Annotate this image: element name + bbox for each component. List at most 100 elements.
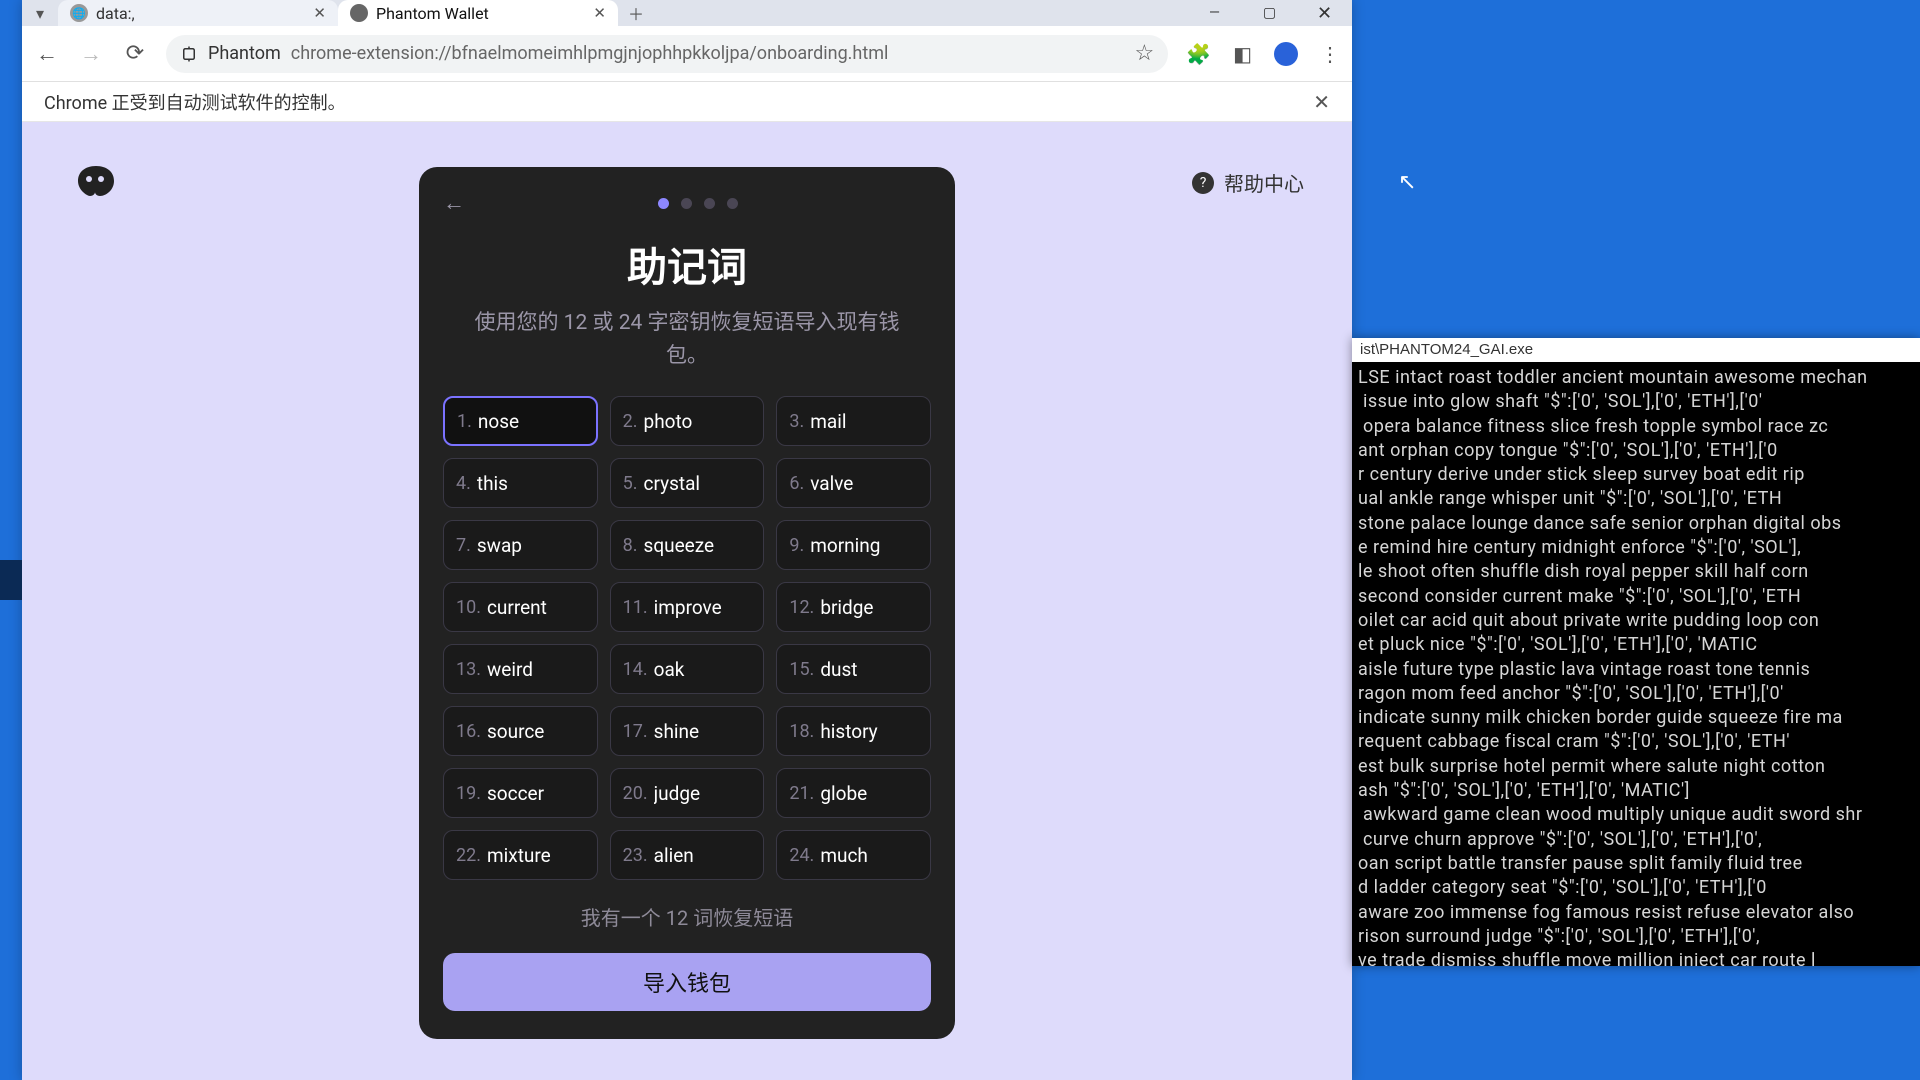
seed-word-8[interactable]: 8. [610, 520, 765, 570]
extension-label: Phantom [208, 43, 281, 64]
import-wallet-button[interactable]: 导入钱包 [443, 953, 931, 1011]
seed-input[interactable] [810, 410, 918, 433]
tab-data[interactable]: 🌐 data:, ✕ [58, 0, 338, 26]
seed-input[interactable] [644, 410, 752, 433]
seed-index: 17. [623, 721, 648, 742]
seed-word-11[interactable]: 11. [610, 582, 765, 632]
seed-word-2[interactable]: 2. [610, 396, 765, 446]
seed-input[interactable] [487, 658, 585, 681]
seed-word-14[interactable]: 14. [610, 644, 765, 694]
tab-phantom[interactable]: Phantom Wallet ✕ [338, 0, 618, 26]
seed-word-24[interactable]: 24. [776, 830, 931, 880]
seed-word-4[interactable]: 4. [443, 458, 598, 508]
seed-input[interactable] [654, 658, 752, 681]
seed-index: 16. [456, 721, 481, 742]
seed-index: 15. [789, 659, 814, 680]
seed-word-21[interactable]: 21. [776, 768, 931, 818]
close-icon[interactable]: ✕ [313, 4, 326, 22]
seed-word-1[interactable]: 1. [443, 396, 598, 446]
seed-word-22[interactable]: 22. [443, 830, 598, 880]
close-icon[interactable]: ✕ [593, 4, 606, 22]
omnibox[interactable]: Phantom chrome-extension://bfnaelmomeimh… [166, 35, 1168, 73]
card-subtitle: 使用您的 12 或 24 字密钥恢复短语导入现有钱包。 [463, 307, 911, 372]
seed-input[interactable] [487, 596, 585, 619]
toolbar-icons: 🧩 ◧ ⋮ [1186, 42, 1340, 66]
bookmark-star-icon[interactable]: ☆ [1134, 41, 1154, 66]
seed-word-13[interactable]: 13. [443, 644, 598, 694]
tab-title: data:, [96, 4, 135, 23]
seed-input[interactable] [644, 534, 752, 557]
seed-input[interactable] [487, 720, 585, 743]
seed-input[interactable] [654, 596, 752, 619]
close-window-button[interactable]: ✕ [1297, 0, 1352, 26]
seed-word-3[interactable]: 3. [776, 396, 931, 446]
seed-input[interactable] [810, 534, 918, 557]
seed-input[interactable] [820, 844, 918, 867]
seed-input[interactable] [477, 472, 585, 495]
desktop-edge-decoration [0, 560, 22, 600]
seed-word-12[interactable]: 12. [776, 582, 931, 632]
terminal-output: LSE intact roast toddler ancient mountai… [1352, 362, 1920, 966]
card-title: 助记词 [443, 235, 931, 293]
seed-word-20[interactable]: 20. [610, 768, 765, 818]
seed-word-5[interactable]: 5. [610, 458, 765, 508]
seed-index: 23. [623, 845, 648, 866]
seed-word-9[interactable]: 9. [776, 520, 931, 570]
seed-index: 5. [623, 473, 638, 494]
help-label: 帮助中心 [1224, 168, 1304, 197]
seed-word-17[interactable]: 17. [610, 706, 765, 756]
seed-word-7[interactable]: 7. [443, 520, 598, 570]
new-tab-button[interactable]: ＋ [618, 0, 654, 26]
help-icon: ? [1192, 172, 1214, 194]
seed-input[interactable] [644, 472, 752, 495]
seed-index: 4. [456, 473, 471, 494]
seed-input[interactable] [820, 782, 918, 805]
seed-word-16[interactable]: 16. [443, 706, 598, 756]
toggle-12-words-link[interactable]: 我有一个 12 词恢复短语 [443, 902, 931, 931]
tabstrip-chevron-icon[interactable]: ▾ [22, 0, 58, 26]
seed-word-23[interactable]: 23. [610, 830, 765, 880]
seed-input[interactable] [487, 782, 585, 805]
reload-button[interactable]: ⟳ [122, 41, 148, 66]
seed-input[interactable] [820, 658, 918, 681]
sidepanel-icon[interactable]: ◧ [1233, 42, 1252, 66]
back-arrow-icon[interactable]: ← [443, 190, 465, 216]
seed-input[interactable] [487, 844, 585, 867]
terminal-window: ist\PHANTOM24_GAI.exe LSE intact roast t… [1352, 338, 1920, 966]
close-icon[interactable]: ✕ [1313, 90, 1330, 114]
seed-word-18[interactable]: 18. [776, 706, 931, 756]
seed-index: 11. [623, 597, 648, 618]
seed-grid: 1. 2. 3. 4. 5. 6. 7.8.9. 10. 11. 12. 13.14. 15. 16. 1… [443, 396, 931, 880]
seed-word-19[interactable]: 19. [443, 768, 598, 818]
profile-avatar-icon[interactable] [1274, 42, 1298, 66]
seed-index: 12. [789, 597, 814, 618]
kebab-menu-icon[interactable]: ⋮ [1320, 42, 1340, 66]
seed-index: 24. [789, 845, 814, 866]
phantom-logo-icon [74, 164, 118, 198]
seed-input[interactable] [654, 720, 752, 743]
seed-index: 22. [456, 845, 481, 866]
seed-input[interactable] [810, 472, 918, 495]
seed-index: 21. [789, 783, 814, 804]
seed-input[interactable] [820, 720, 918, 743]
seed-input[interactable] [820, 596, 918, 619]
seed-word-15[interactable]: 15. [776, 644, 931, 694]
maximize-button[interactable]: ▢ [1242, 0, 1297, 26]
seed-input[interactable] [654, 844, 752, 867]
seed-word-6[interactable]: 6. [776, 458, 931, 508]
browser-toolbar: ← → ⟳ Phantom chrome-extension://bfnaelm… [22, 26, 1352, 82]
tab-strip: ▾ 🌐 data:, ✕ Phantom Wallet ✕ ＋ — ▢ ✕ [22, 0, 1352, 26]
chrome-window: ▾ 🌐 data:, ✕ Phantom Wallet ✕ ＋ — ▢ ✕ ← … [22, 0, 1352, 1080]
seed-input[interactable] [477, 534, 585, 557]
extension-icon [180, 45, 198, 63]
seed-input[interactable] [478, 410, 584, 433]
seed-input[interactable] [654, 782, 752, 805]
forward-button[interactable]: → [78, 41, 104, 67]
help-center-link[interactable]: ? 帮助中心 [1192, 168, 1304, 197]
puzzle-icon[interactable]: 🧩 [1186, 42, 1211, 66]
seed-word-10[interactable]: 10. [443, 582, 598, 632]
seed-index: 6. [789, 473, 804, 494]
minimize-button[interactable]: — [1187, 0, 1242, 26]
seed-index: 2. [623, 411, 638, 432]
back-button[interactable]: ← [34, 41, 60, 67]
